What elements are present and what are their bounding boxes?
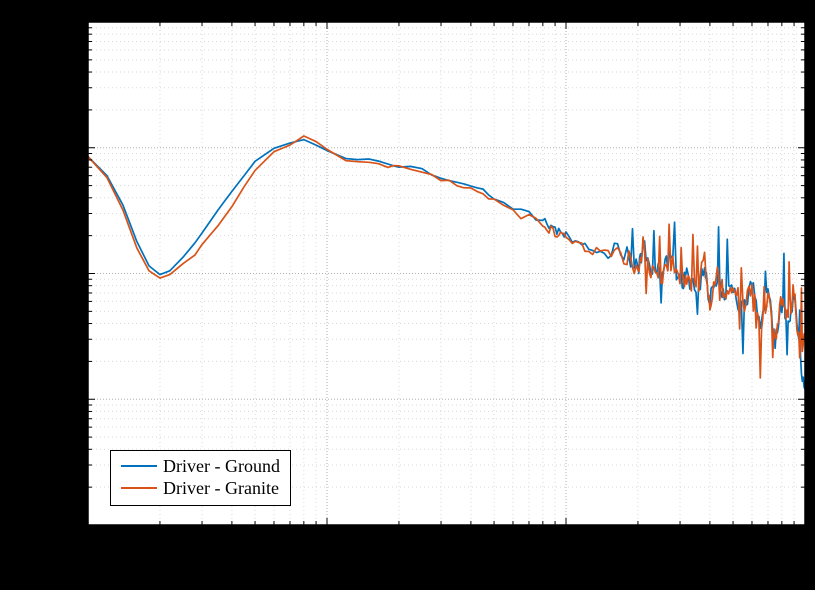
chart-container: Driver - Ground Driver - Granite	[0, 0, 815, 590]
legend-label: Driver - Ground	[163, 455, 280, 477]
legend-swatch	[121, 465, 157, 467]
legend-swatch	[121, 487, 157, 489]
legend-label: Driver - Granite	[163, 477, 279, 499]
legend: Driver - Ground Driver - Granite	[110, 450, 291, 506]
legend-item: Driver - Granite	[121, 477, 280, 499]
legend-item: Driver - Ground	[121, 455, 280, 477]
